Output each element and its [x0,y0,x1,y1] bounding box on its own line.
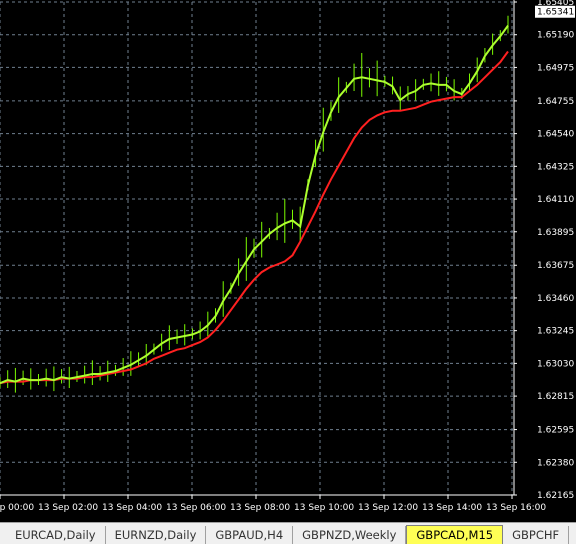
time-axis: 13 Sep 00:00 13 Sep 02:00 13 Sep 04:00 13 S… [0,495,546,513]
current-price-label: 1.65341 [537,8,574,18]
price-tick-label: 1.63895 [537,228,574,238]
price-tick-label: 1.64755 [537,97,574,107]
price-tick-label: 1.62380 [537,458,574,468]
time-tick-label: 13 Sep 10:00 [294,503,354,513]
tab-gbpcad-m15[interactable]: GBPCAD,M15 [406,525,504,544]
price-tick-label: 1.64975 [537,63,574,73]
price-tick-label: 1.64110 [537,195,574,205]
price-chart[interactable]: 1.654051.651901.649751.647551.645401.643… [0,0,576,522]
price-tick-label: 1.63460 [537,294,574,304]
price-tick-label: 1.65190 [537,31,574,41]
time-tick-label: 13 Sep 08:00 [230,503,290,513]
tab-eurnzd-daily[interactable]: EURNZD,Daily [106,526,207,544]
price-tick-label: 1.63030 [537,359,574,369]
time-tick-label: 13 Sep 04:00 [102,503,162,513]
time-tick-label: 13 Sep 02:00 [38,503,98,513]
time-tick-label: 13 Sep 00:00 [0,503,34,513]
tab-gbpchf[interactable]: GBPCHF [503,526,570,544]
tab-eurcad-daily[interactable]: EURCAD,Daily [6,526,106,544]
chart-tab-bar: EURCAD,Daily EURNZD,Daily GBPAUD,H4 GBPN… [0,522,576,544]
current-price-marker: 1.65341 [535,5,575,18]
price-tick-label: 1.62595 [537,426,574,436]
time-tick-label: 13 Sep 12:00 [358,503,418,513]
tab-gbpnzd-weekly[interactable]: GBPNZD,Weekly [293,526,407,544]
price-tick-label: 1.64540 [537,130,574,140]
time-tick-label: 13 Sep 16:00 [486,503,546,513]
chart-area[interactable]: 1.65405 1.65190 1.64975 1.64755 1.64540 1.643… [0,0,576,522]
candle-series [0,15,509,393]
price-tick-label: 1.64325 [537,162,574,172]
price-axis: 1.654051.651901.649751.647551.645401.643… [514,0,574,501]
price-tick-label: 1.62815 [537,392,574,402]
tab-gbpaud-h4[interactable]: GBPAUD,H4 [206,526,294,544]
time-tick-label: 13 Sep 14:00 [422,503,482,513]
price-tick-label: 1.63675 [537,261,574,271]
time-tick-label: 13 Sep 06:00 [166,503,226,513]
price-tick-label: 1.62165 [537,491,574,501]
price-tick-label: 1.63245 [537,327,574,337]
fast-moving-average-line [0,25,509,385]
